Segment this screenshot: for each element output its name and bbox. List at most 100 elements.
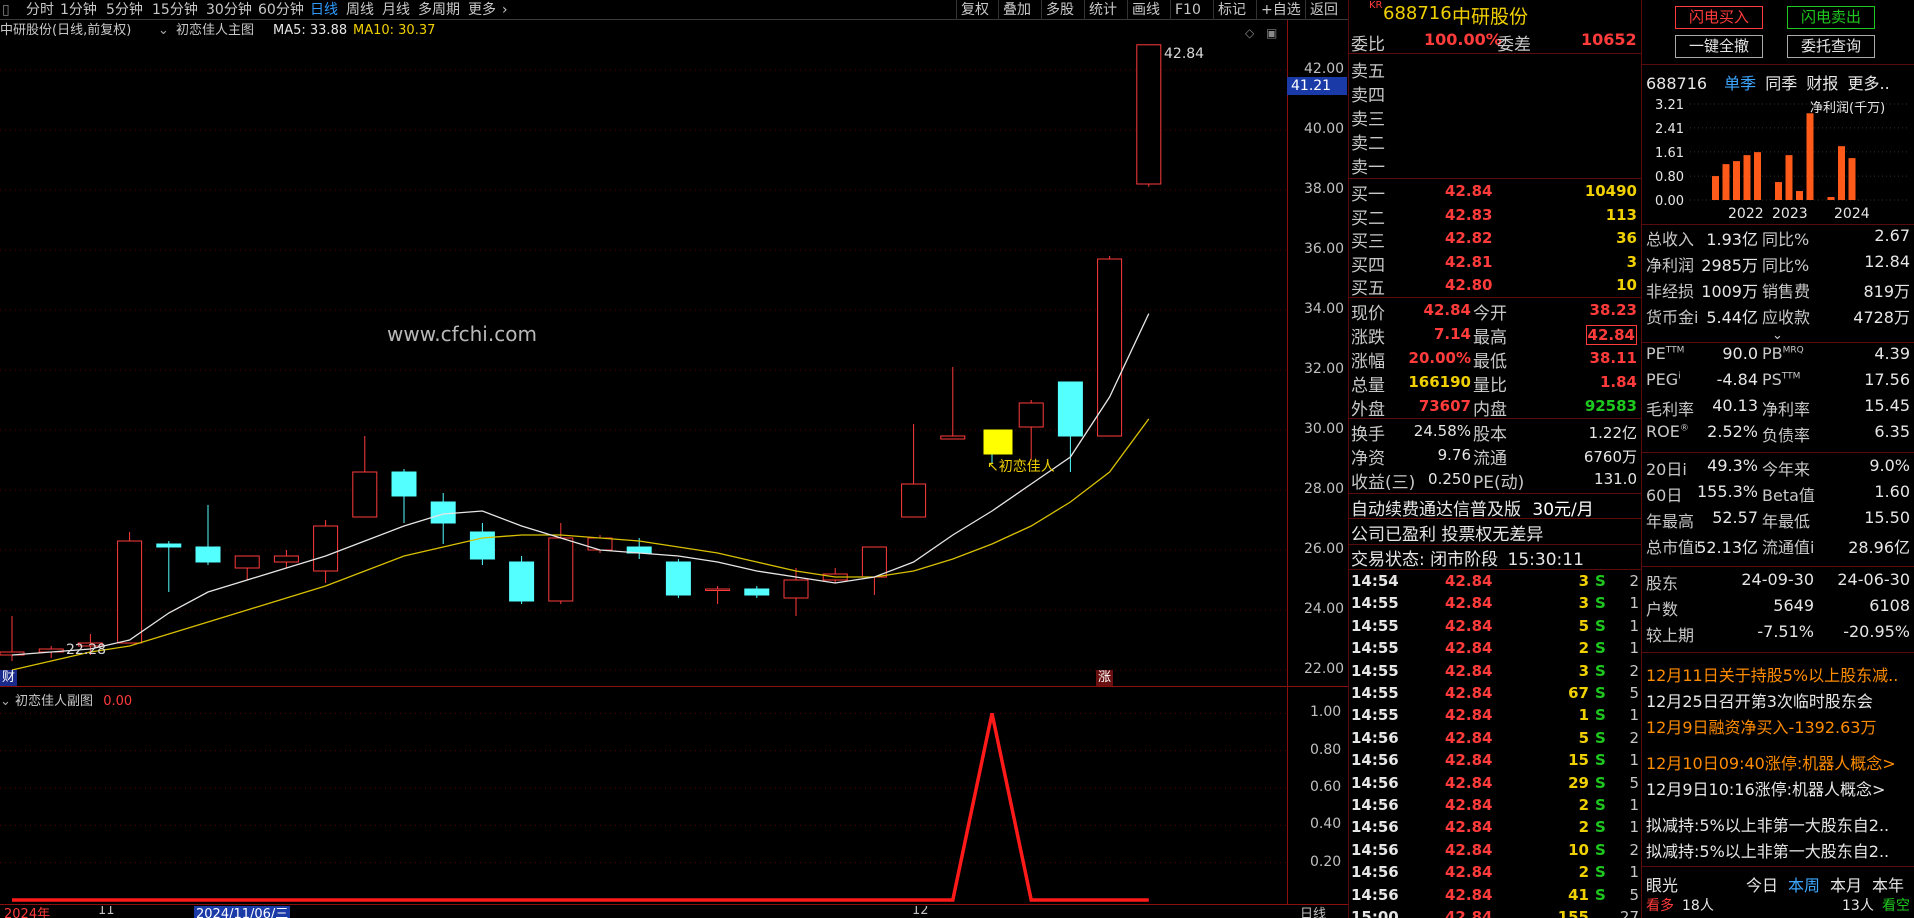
- tab-period-more[interactable]: 更多: [468, 0, 496, 20]
- tab-period-fenshi[interactable]: 分时: [26, 0, 54, 20]
- tab-period-day[interactable]: 日线: [310, 0, 338, 20]
- news-list[interactable]: 12月11日关于持股5%以上股东减.. 12月25日召开第3次临时股东会 12月9日…: [1642, 656, 1914, 870]
- share-value: 1.22亿: [1588, 424, 1637, 442]
- indicator-dropdown-icon[interactable]: ⌄: [158, 22, 169, 40]
- profit-bar: [1775, 182, 1782, 200]
- tab-same-quarter[interactable]: 同季: [1765, 74, 1797, 93]
- fuquan-button[interactable]: 复权: [956, 0, 993, 20]
- promo-bar[interactable]: 自动续费通达信普及版 30元/月: [1349, 495, 1641, 520]
- buy-level-label: 买五: [1351, 279, 1385, 299]
- tab-period-week[interactable]: 周线: [346, 0, 374, 20]
- news-item[interactable]: 12月25日召开第3次临时股东会: [1646, 688, 1912, 712]
- stat-label: 涨幅: [1351, 352, 1385, 372]
- tick-count: 5: [1629, 773, 1639, 792]
- news-item[interactable]: 12月10日09:40涨停:机器人概念>: [1646, 750, 1912, 774]
- tab-period-month[interactable]: 月线: [382, 0, 410, 20]
- tick-price: 42.84: [1445, 885, 1493, 904]
- price-tick-label: 28.00: [1304, 481, 1345, 497]
- tab-this-month[interactable]: 本月: [1830, 872, 1862, 896]
- mark-button[interactable]: 标记: [1213, 0, 1250, 20]
- tick-count: 2: [1629, 840, 1639, 859]
- stat-value: 38.23: [1589, 301, 1637, 319]
- valuation-value: 15.45: [1864, 396, 1910, 415]
- tab-quarter[interactable]: 单季: [1724, 74, 1756, 93]
- tab-this-week[interactable]: 本周: [1788, 872, 1820, 896]
- tick-count: 5: [1629, 885, 1639, 904]
- tab-today[interactable]: 今日: [1746, 872, 1778, 896]
- buy-level-price: 42.81: [1445, 252, 1493, 271]
- tick-side: S: [1595, 728, 1606, 747]
- news-item[interactable]: 12月9日10:16涨停:机器人概念>: [1646, 776, 1912, 800]
- price-tick-label: 32.00: [1304, 361, 1345, 377]
- tab-period-multi[interactable]: 多周期: [418, 0, 460, 20]
- f10-button[interactable]: F10: [1170, 0, 1205, 20]
- overlay-button[interactable]: 叠加: [998, 0, 1035, 20]
- current-price-tag: 41.21: [1287, 77, 1347, 95]
- quote-panel: KR 688716 中研股份 委比 100.00% 委差 10652 卖五 卖四卖…: [1349, 0, 1641, 918]
- price-tick-label: 40.00: [1304, 121, 1345, 137]
- news-item[interactable]: 12月9日融资净买入-1392.63万: [1646, 714, 1912, 738]
- news-item[interactable]: 拟减持:5%以上非第一大股东自2..: [1646, 838, 1912, 862]
- tick-count: 1: [1629, 818, 1639, 837]
- sub-dropdown-icon[interactable]: ⌄: [0, 694, 11, 709]
- fin-value: 9.0%: [1869, 456, 1910, 475]
- tab-period-60min[interactable]: 60分钟: [258, 0, 304, 20]
- profit-bar: [1754, 152, 1761, 200]
- stat-label: 涨跌: [1351, 328, 1385, 348]
- fin-label: 非经损: [1646, 282, 1695, 301]
- tick-time: 14:55: [1351, 639, 1399, 658]
- tick-volume: 10: [1568, 840, 1589, 859]
- ma5-label: MA5: 33.88: [273, 23, 348, 38]
- period-toolbar: ▯ 分时 1分钟 5分钟 15分钟 30分钟 60分钟 日线 周线 月线 多周期…: [0, 0, 1348, 20]
- candle-up: [234, 555, 260, 569]
- news-item[interactable]: 12月11日关于持股5%以上股东减..: [1646, 662, 1912, 686]
- multi-stock-button[interactable]: 多股: [1041, 0, 1078, 20]
- tab-this-year[interactable]: 本年: [1872, 872, 1904, 896]
- tab-period-15min[interactable]: 15分钟: [152, 0, 198, 20]
- share-value: 0.250: [1428, 470, 1471, 488]
- fin-label: 净利润: [1646, 256, 1695, 275]
- chevron-right-icon[interactable]: ›: [502, 0, 508, 20]
- stats-button[interactable]: 统计: [1084, 0, 1121, 20]
- tab-period-30min[interactable]: 30分钟: [206, 0, 252, 20]
- tab-report[interactable]: 财报: [1806, 74, 1838, 93]
- order-query-button[interactable]: 委托查询: [1787, 35, 1875, 58]
- sell-level-label: 卖四: [1351, 86, 1385, 106]
- limit-up-marker[interactable]: 涨: [1096, 670, 1114, 686]
- sell-level-label: 卖三: [1351, 110, 1385, 130]
- tick-volume: 2: [1578, 818, 1589, 837]
- flash-sell-button[interactable]: 闪电卖出: [1787, 6, 1875, 29]
- kline-chart[interactable]: [0, 40, 1300, 685]
- indicator-name[interactable]: 初恋佳人主图: [176, 22, 254, 40]
- draw-button[interactable]: 画线: [1127, 0, 1164, 20]
- tab-period-1min[interactable]: 1分钟: [60, 0, 97, 20]
- candle-down: [469, 531, 495, 560]
- news-item[interactable]: 拟减持:5%以上非第一大股东自2..: [1646, 812, 1912, 836]
- tick-side: S: [1595, 616, 1606, 635]
- candle-up: [273, 555, 299, 563]
- tab-period-5min[interactable]: 5分钟: [106, 0, 143, 20]
- holders-date: 24-09-30: [1741, 570, 1814, 589]
- add-watchlist-button[interactable]: +自选: [1256, 0, 1305, 20]
- candle-up: [705, 588, 731, 591]
- finance-marker[interactable]: 财: [0, 670, 18, 686]
- layout-icon[interactable]: ▣: [1266, 26, 1277, 40]
- tick-count: 1: [1629, 594, 1639, 613]
- flash-buy-button[interactable]: 闪电买入: [1675, 6, 1763, 29]
- buy-orders: 买一 42.84 10490 买二 42.83 113 买三 42.82 36 买四 42.81 3 买…: [1349, 180, 1641, 299]
- cancel-all-button[interactable]: 一键全撤: [1675, 35, 1763, 58]
- tick-list[interactable]: 14:54 42.84 3 S 2 14:55 42.84 3 S 1 14:55 42.84 5 S 1 1…: [1349, 572, 1641, 918]
- chevron-down-icon[interactable]: ⌄: [1772, 328, 1783, 343]
- tick-volume: 5: [1578, 728, 1589, 747]
- back-button[interactable]: 返回: [1305, 0, 1342, 20]
- tick-volume: 41: [1568, 885, 1589, 904]
- sell-orders: 卖五 卖四 卖三 卖二 卖一: [1349, 57, 1641, 179]
- tab-more[interactable]: 更多..: [1848, 74, 1890, 93]
- diamond-icon[interactable]: ◇: [1245, 26, 1254, 40]
- signal-marker-label: ↖初恋佳人: [987, 459, 1055, 475]
- candle-up: [313, 525, 339, 572]
- menu-icon[interactable]: ▯: [2, 0, 10, 20]
- tick-count: 2: [1629, 661, 1639, 680]
- trade-state-bar: 交易状态: 闭市阶段 15:30:11: [1349, 544, 1641, 570]
- candle-up: [1018, 402, 1044, 428]
